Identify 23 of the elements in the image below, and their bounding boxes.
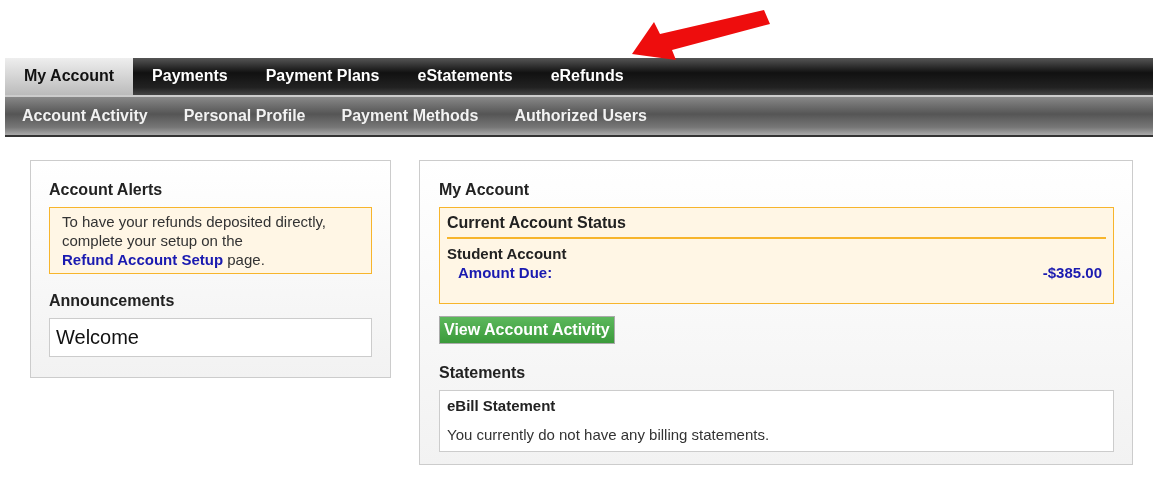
status-title: Current Account Status [447, 214, 1106, 239]
subnav-link[interactable]: Account Activity [5, 97, 167, 135]
arrow-icon [632, 8, 772, 60]
subnav-link[interactable]: Payment Methods [324, 97, 498, 135]
nav-tab[interactable]: My Account [5, 58, 134, 95]
refund-setup-link[interactable]: Refund Account Setup [62, 251, 224, 268]
subnav-link[interactable]: Personal Profile [166, 97, 325, 135]
section-heading: Statements [439, 364, 527, 382]
account-name: Student Account [447, 245, 568, 262]
section-heading: Announcements [49, 292, 176, 310]
nav-tab[interactable]: eStatements [398, 58, 532, 95]
nav-tab[interactable]: Payments [133, 58, 247, 95]
statement-title: eBill Statement [447, 397, 557, 414]
nav-tab[interactable]: Payment Plans [246, 58, 399, 95]
section-heading: Account Alerts [49, 181, 164, 199]
announcement-box: Welcome [49, 318, 372, 357]
section-heading: My Account [439, 181, 531, 199]
amount-value: -$385.00 [1042, 264, 1102, 281]
statement-message: You currently do not have any billing statements. [447, 426, 771, 443]
alert-message: To have your refunds deposited directly, complete your setup on the Refund Account Setup page. [49, 207, 372, 274]
amount-label: Amount Due: [458, 264, 553, 281]
nav-tab[interactable]: eRefunds [531, 58, 643, 95]
subnav-link[interactable]: Authorized Users [497, 97, 666, 135]
